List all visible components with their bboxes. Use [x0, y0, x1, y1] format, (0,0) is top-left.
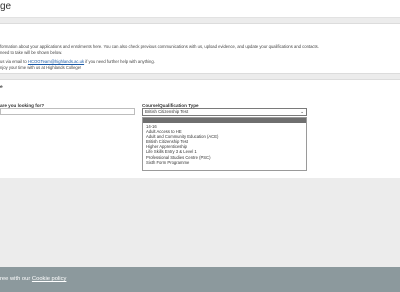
cookie-text: ree with our Cookie policy: [0, 276, 66, 282]
intro-text-line-1: formation about your applications and en…: [0, 44, 319, 49]
intro-text-line-3: us via email to HCOGTeam@highlands.ac.uk…: [0, 59, 155, 64]
course-search-title: e: [0, 85, 3, 90]
intro-text-line-4: njoy your time with us at Highlands Coll…: [0, 65, 82, 70]
cookie-policy-link[interactable]: Cookie policy: [32, 276, 66, 282]
course-type-dropdown-list: 14-16 Adult Access to HE Adult and Commu…: [142, 117, 307, 171]
dropdown-option-life-skills[interactable]: Life Skills Entry 3 & Level 1: [143, 149, 306, 154]
intro-panel: formation about your applications and en…: [0, 23, 400, 74]
keyword-search-input[interactable]: [0, 108, 135, 115]
course-type-select[interactable]: British Citizenship Test ⌄: [142, 108, 307, 116]
intro-help-prefix: us via email to: [0, 59, 28, 64]
intro-text-line-2: need to take will be shown below.: [0, 50, 63, 55]
page-header: ge: [0, 0, 400, 18]
dropdown-option-sixth-form[interactable]: Sixth Form Programme: [143, 160, 306, 165]
page-title: ge: [0, 1, 12, 12]
cookie-banner: ree with our Cookie policy: [0, 267, 400, 292]
intro-help-suffix: if you need further help with anything.: [84, 59, 155, 64]
support-email-link[interactable]: HCOGTeam@highlands.ac.uk: [28, 59, 84, 64]
course-type-selected-value: British Citizenship Test: [145, 109, 189, 114]
cookie-text-prefix: ree with our: [0, 276, 32, 282]
chevron-down-icon: ⌄: [300, 109, 304, 114]
dropdown-option-blank[interactable]: [143, 118, 306, 123]
